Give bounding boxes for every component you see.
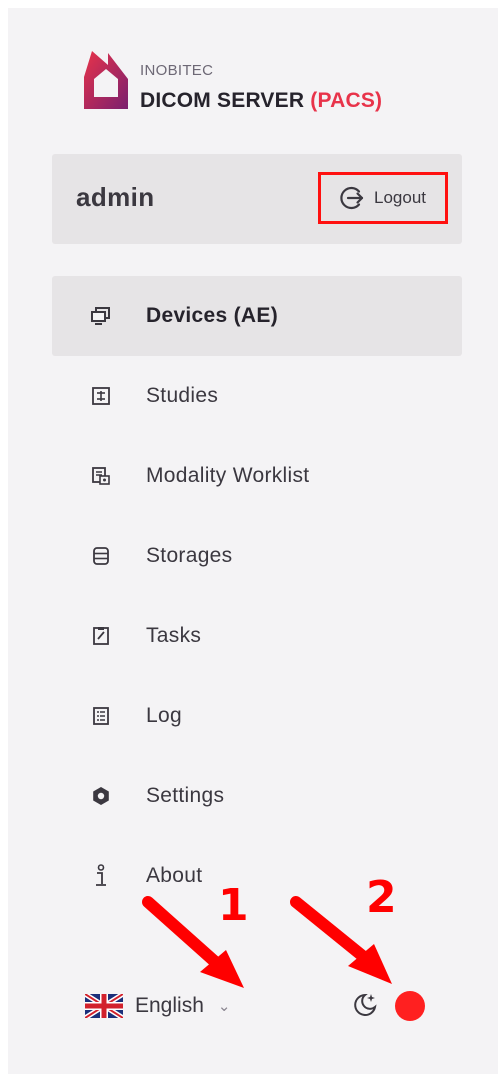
logout-label: Logout: [374, 188, 426, 207]
nav-item-log[interactable]: Log: [52, 676, 462, 756]
user-card: admin Logout: [52, 154, 462, 244]
nav-label-log: Log: [146, 704, 182, 727]
uk-flag-icon: [85, 994, 123, 1018]
worklist-icon: [90, 465, 112, 487]
nav-item-studies[interactable]: Studies: [52, 356, 462, 436]
logout-button[interactable]: Logout: [318, 172, 448, 224]
nav-label-studies: Studies: [146, 384, 219, 407]
nav-label-worklist: Modality Worklist: [146, 464, 310, 487]
moon-stars-icon: [354, 993, 377, 1016]
language-selector[interactable]: English ⌄: [85, 988, 230, 1024]
logo-product-main: DICOM SERVER: [140, 89, 305, 112]
annotation-dot: [395, 991, 425, 1021]
nav-item-devices[interactable]: Devices (AE): [52, 276, 462, 356]
logo-mark-icon: [84, 51, 128, 109]
nav-item-about[interactable]: About: [52, 836, 462, 916]
nav-menu: Devices (AE) Studies Modality Worklist S…: [52, 276, 462, 916]
logo-product: DICOM SERVER (PACS): [140, 89, 382, 113]
info-icon: [90, 864, 112, 887]
annotation-marker-2: 2: [366, 872, 397, 923]
username: admin: [76, 182, 155, 212]
logout-icon: [340, 186, 364, 210]
log-icon: [90, 705, 112, 727]
gear-icon: [90, 785, 112, 807]
studies-icon: [90, 385, 112, 407]
nav-label-about: About: [146, 864, 203, 887]
annotation-marker-1: 1: [218, 880, 249, 931]
chevron-down-icon: ⌄: [217, 998, 231, 1015]
nav-item-tasks[interactable]: Tasks: [52, 596, 462, 676]
nav-label-settings: Settings: [146, 784, 225, 807]
nav-item-storages[interactable]: Storages: [52, 516, 462, 596]
database-icon: [90, 545, 112, 567]
theme-toggle-button[interactable]: [350, 990, 380, 1020]
nav-item-worklist[interactable]: Modality Worklist: [52, 436, 462, 516]
tasks-icon: [90, 625, 112, 647]
logo-company: INOBITEC: [140, 62, 214, 79]
monitor-icon: [90, 305, 112, 327]
nav-label-devices: Devices (AE): [146, 304, 278, 327]
nav-label-tasks: Tasks: [146, 624, 202, 647]
nav-item-settings[interactable]: Settings: [52, 756, 462, 836]
app-logo: INOBITEC DICOM SERVER (PACS): [82, 49, 442, 115]
logo-product-accent: (PACS): [310, 89, 383, 112]
language-label: English: [135, 994, 204, 1017]
nav-label-storages: Storages: [146, 544, 233, 567]
